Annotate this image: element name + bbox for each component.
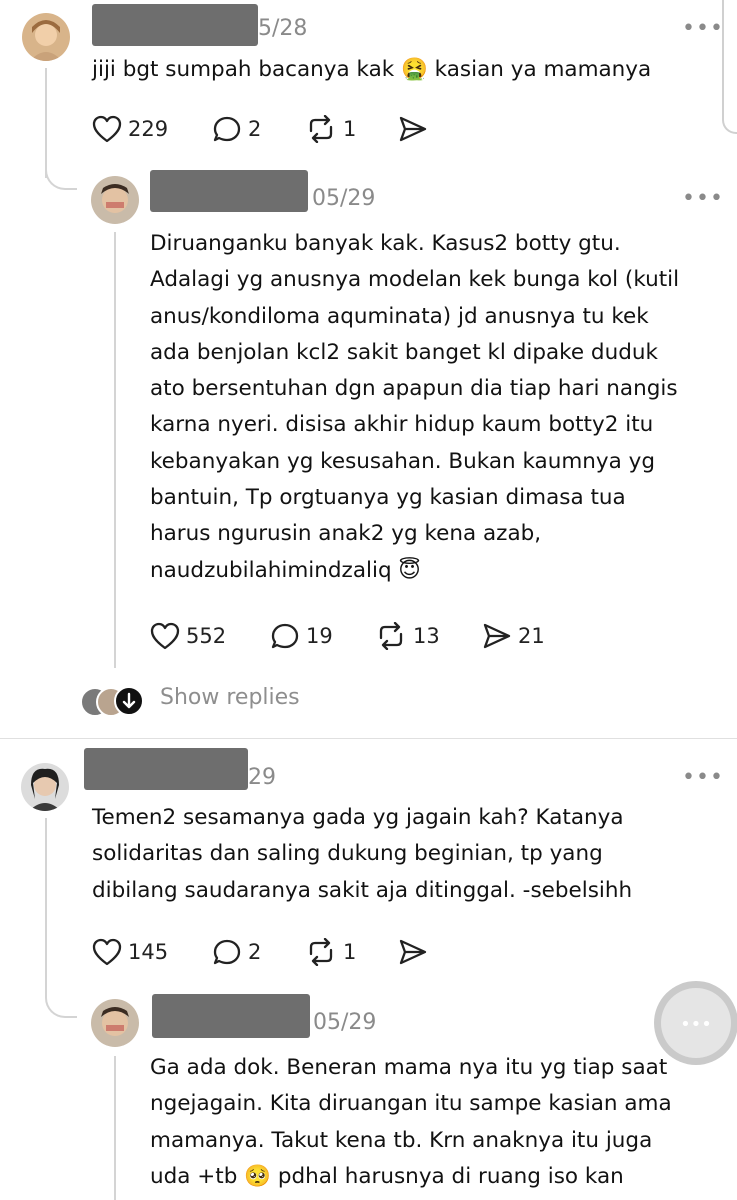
avatar[interactable] <box>22 13 70 61</box>
comment-date: 05/29 <box>313 1010 377 1035</box>
reply-button[interactable]: 2 <box>212 938 261 966</box>
share-icon <box>399 939 427 965</box>
redacted-username <box>152 994 310 1038</box>
redacted-username <box>84 748 248 790</box>
share-button[interactable] <box>398 115 428 143</box>
thread-line <box>114 1056 116 1200</box>
redacted-username <box>92 4 258 46</box>
heart-icon <box>92 938 122 966</box>
heart-icon <box>92 115 122 143</box>
like-button[interactable]: 552 <box>150 622 226 650</box>
repost-button[interactable]: 1 <box>305 115 356 143</box>
like-count: 229 <box>128 117 169 141</box>
repost-button[interactable]: 13 <box>375 622 440 650</box>
share-button[interactable]: 21 <box>482 622 545 650</box>
scrollbar-track[interactable] <box>722 0 737 134</box>
show-replies-link[interactable]: Show replies <box>160 685 300 710</box>
repost-count: 1 <box>343 117 357 141</box>
thread-connector <box>45 150 77 190</box>
heart-icon <box>150 622 180 650</box>
reply-count: 2 <box>248 117 262 141</box>
avatar[interactable] <box>21 763 69 811</box>
share-count: 21 <box>518 624 545 648</box>
redacted-username <box>150 170 308 212</box>
like-button[interactable]: 229 <box>92 115 168 143</box>
avatar[interactable] <box>91 999 139 1047</box>
comment-text: Diruanganku banyak kak. Kasus2 botty gtu… <box>150 231 680 583</box>
more-icon[interactable]: ••• <box>682 188 724 210</box>
reply-count: 2 <box>248 940 262 964</box>
comment-icon <box>213 116 241 142</box>
reply-count: 19 <box>306 624 333 648</box>
reply-avatars[interactable] <box>80 686 144 717</box>
floating-more-button[interactable]: ••• <box>654 981 737 1065</box>
more-icon[interactable]: ••• <box>682 18 724 40</box>
like-count: 145 <box>128 940 169 964</box>
thread-line <box>114 232 116 668</box>
more-icon: ••• <box>680 1014 712 1035</box>
like-count: 552 <box>186 624 227 648</box>
comment-date: 05/29 <box>312 186 376 211</box>
comment-icon <box>213 939 241 965</box>
repost-icon <box>379 622 403 650</box>
repost-button[interactable]: 1 <box>305 938 356 966</box>
comment-text: jiji bgt sumpah bacanya kak 🤮 kasian ya … <box>92 57 652 82</box>
repost-count: 1 <box>343 940 357 964</box>
more-icon[interactable]: ••• <box>682 767 724 789</box>
share-icon <box>483 623 511 649</box>
comment-date: 29 <box>248 765 276 790</box>
like-button[interactable]: 145 <box>92 938 168 966</box>
repost-count: 13 <box>413 624 440 648</box>
arrow-down-icon[interactable] <box>114 686 144 716</box>
comment-date: 5/28 <box>258 16 308 41</box>
repost-icon <box>309 938 333 966</box>
comment-text: Temen2 sesamanya gada yg jagain kah? Kat… <box>92 805 633 903</box>
reply-button[interactable]: 19 <box>270 622 333 650</box>
comment-text: Ga ada dok. Beneran mama nya itu yg tiap… <box>150 1055 672 1189</box>
share-icon <box>399 116 427 142</box>
divider <box>0 738 737 739</box>
reply-button[interactable]: 2 <box>212 115 261 143</box>
share-button[interactable] <box>398 938 428 966</box>
thread-line <box>45 818 47 990</box>
repost-icon <box>309 115 333 143</box>
avatar[interactable] <box>91 176 139 224</box>
thread-connector <box>45 978 77 1018</box>
comment-icon <box>271 623 299 649</box>
